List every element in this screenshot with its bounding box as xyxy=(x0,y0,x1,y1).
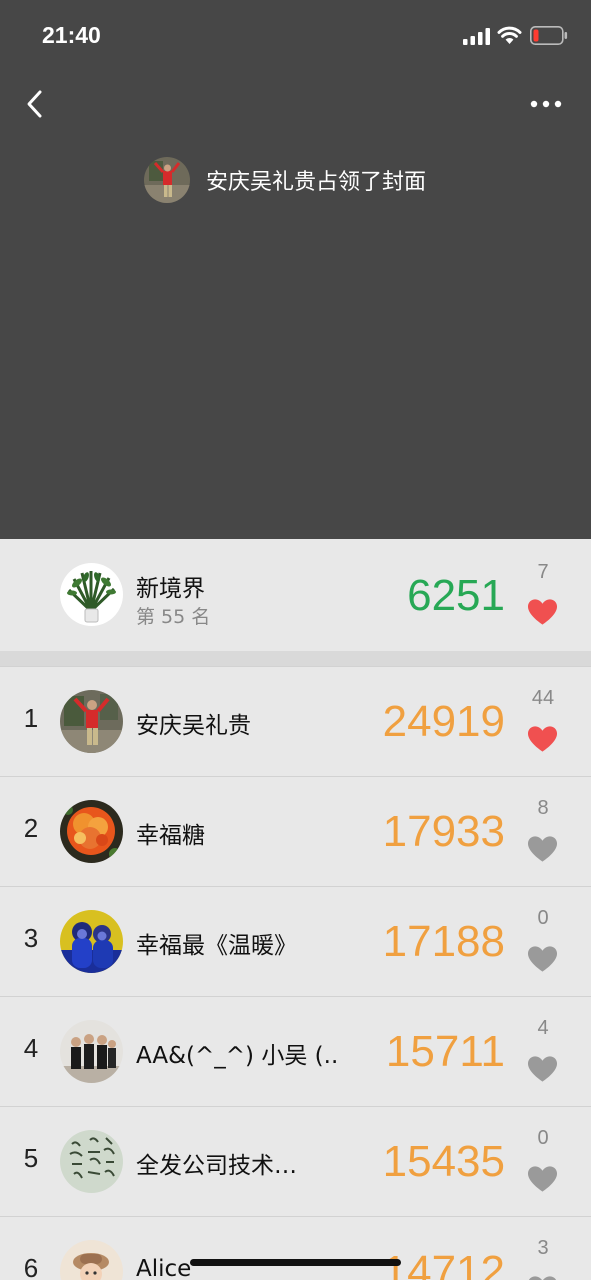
like-count: 8 xyxy=(537,797,549,819)
cover-area[interactable]: 21:40 安庆吴礼贵占领了封面 xyxy=(0,0,591,539)
step-count: 15711 xyxy=(385,1027,505,1076)
ranking-row[interactable]: 4 AA&(^_^) 小吴 (... 15711 4 xyxy=(0,996,591,1106)
heart-icon[interactable] xyxy=(527,725,558,753)
my-ranking-row[interactable]: 新境界 第 55 名 6251 7 xyxy=(0,539,591,651)
avatar[interactable] xyxy=(60,1020,123,1083)
like-count: 44 xyxy=(531,687,555,709)
user-name: 幸福糖 xyxy=(136,823,205,849)
cover-owner[interactable]: 安庆吴礼贵占领了封面 xyxy=(144,157,426,203)
like-count: 0 xyxy=(537,907,549,929)
cover-title: 安庆吴礼贵占领了封面 xyxy=(206,170,427,195)
step-count: 24919 xyxy=(382,697,505,746)
ranking-row[interactable]: 5 全发公司技术… 15435 0 xyxy=(0,1106,591,1216)
cover-owner-avatar[interactable] xyxy=(144,157,190,203)
step-count: 17933 xyxy=(382,807,505,856)
wifi-icon xyxy=(497,26,522,44)
my-avatar[interactable] xyxy=(60,563,123,626)
user-name: Alice xyxy=(136,1256,192,1280)
avatar[interactable] xyxy=(60,1130,123,1193)
user-name: 安庆吴礼贵 xyxy=(136,713,251,739)
heart-icon[interactable] xyxy=(527,945,558,973)
signal-icon xyxy=(463,28,490,45)
like-count: 0 xyxy=(537,1127,549,1149)
like-count: 4 xyxy=(537,1017,549,1039)
heart-icon[interactable] xyxy=(527,1055,558,1083)
my-steps: 6251 xyxy=(407,571,505,620)
battery-icon xyxy=(530,26,568,45)
rank-number: 6 xyxy=(23,1253,39,1280)
rank-number: 4 xyxy=(23,1033,39,1063)
more-icon[interactable] xyxy=(526,88,566,120)
status-bar: 21:40 xyxy=(0,0,591,72)
ranking-row[interactable]: 6 Alice 14712 3 xyxy=(0,1216,591,1280)
my-rank-text: 第 55 名 xyxy=(136,606,211,628)
back-icon[interactable] xyxy=(18,86,54,122)
avatar[interactable] xyxy=(60,910,123,973)
heart-icon[interactable] xyxy=(527,598,558,626)
ranking-row[interactable]: 2 幸福糖 17933 8 xyxy=(0,776,591,886)
section-divider xyxy=(0,651,591,666)
my-like-count: 7 xyxy=(537,561,549,583)
user-name: 全发公司技术… xyxy=(136,1153,297,1179)
rank-number: 5 xyxy=(23,1143,39,1173)
step-count: 17188 xyxy=(382,917,505,966)
rank-number: 2 xyxy=(23,813,39,843)
status-time: 21:40 xyxy=(42,22,101,48)
user-name: 幸福最《温暖》 xyxy=(136,933,297,959)
home-indicator[interactable] xyxy=(190,1259,401,1266)
like-count: 3 xyxy=(537,1237,549,1259)
avatar[interactable] xyxy=(60,800,123,863)
step-count: 14712 xyxy=(382,1247,505,1280)
heart-icon[interactable] xyxy=(527,1275,558,1280)
user-name: AA&(^_^) 小吴 (... xyxy=(136,1043,336,1069)
heart-icon[interactable] xyxy=(527,835,558,863)
ranking-row[interactable]: 3 幸福最《温暖》 17188 0 xyxy=(0,886,591,996)
my-name: 新境界 xyxy=(136,576,205,602)
ranking-row[interactable]: 1 安庆吴礼贵 24919 44 xyxy=(0,666,591,776)
rank-number: 1 xyxy=(23,703,39,733)
step-count: 15435 xyxy=(382,1137,505,1186)
avatar[interactable] xyxy=(60,1240,123,1280)
heart-icon[interactable] xyxy=(527,1165,558,1193)
rank-number: 3 xyxy=(23,923,39,953)
avatar[interactable] xyxy=(60,690,123,753)
